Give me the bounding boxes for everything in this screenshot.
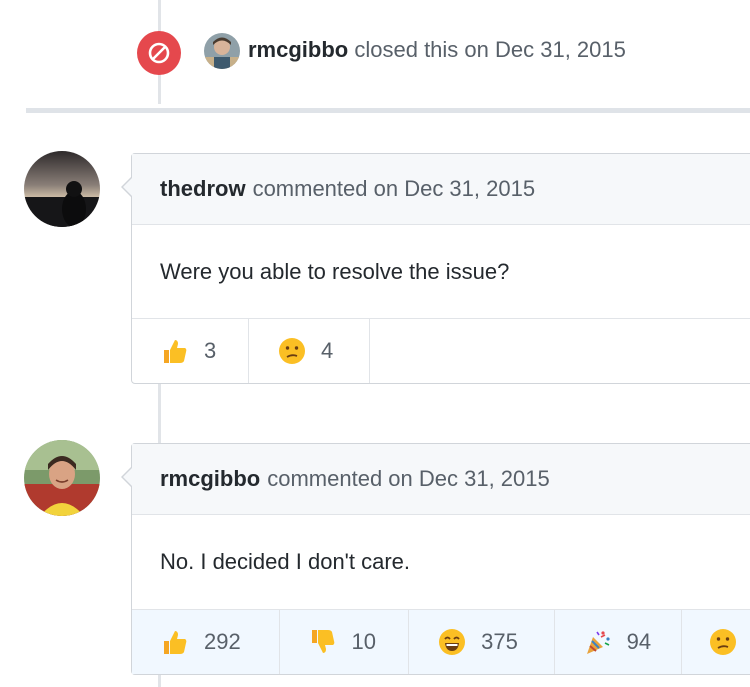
username-link[interactable]: rmcgibbo [248, 37, 348, 62]
comment-meta: commented on Dec 31, 2015 [267, 466, 550, 491]
close-event-text: rmcgibbo closed this on Dec 31, 2015 [248, 36, 626, 64]
thumbs-down-icon [308, 627, 338, 657]
reactions-bar: 292 10 375 94 [132, 609, 750, 674]
reaction-laugh[interactable]: 375 [409, 610, 555, 674]
reaction-confused[interactable] [682, 610, 750, 674]
reaction-count: 10 [351, 629, 377, 654]
comment-header: rmcgibbo commented on Dec 31, 2015 [132, 444, 750, 515]
timeline-line [158, 384, 161, 444]
comment-header: thedrow commented on Dec 31, 2015 [132, 154, 750, 225]
reaction-count: 292 [204, 629, 241, 654]
reaction-thumbs-up[interactable]: 292 [132, 610, 280, 674]
comment-meta: commented on Dec 31, 2015 [252, 176, 536, 201]
party-popper-icon [583, 627, 613, 657]
confused-face-icon [708, 627, 738, 657]
thumbs-up-icon [160, 336, 190, 366]
closed-badge [137, 31, 181, 75]
reaction-count: 3 [204, 338, 217, 363]
username-link[interactable]: rmcgibbo [160, 466, 260, 492]
thumbs-up-icon [160, 627, 190, 657]
comment-body: Were you able to resolve the issue? [160, 259, 510, 284]
avatar[interactable] [24, 151, 100, 227]
laugh-face-icon [437, 627, 467, 657]
reactions-bar: 3 4 [132, 318, 750, 383]
reaction-thumbs-up[interactable]: 3 [132, 319, 249, 383]
comment-box: thedrow commented on Dec 31, 2015 Were y… [121, 153, 750, 384]
reaction-count: 375 [481, 629, 518, 654]
avatar[interactable] [204, 33, 240, 69]
username-link[interactable]: thedrow [160, 176, 246, 202]
reaction-count: 4 [321, 338, 334, 363]
timeline-divider [26, 108, 750, 113]
comment-body: No. I decided I don't care. [160, 549, 411, 574]
avatar[interactable] [24, 440, 100, 516]
confused-face-icon [277, 336, 307, 366]
reaction-hooray[interactable]: 94 [555, 610, 683, 674]
event-action: closed this on Dec 31, 2015 [354, 37, 626, 62]
reaction-thumbs-down[interactable]: 10 [280, 610, 410, 674]
comment-box: rmcgibbo commented on Dec 31, 2015 No. I… [121, 443, 750, 675]
reaction-count: 94 [626, 629, 652, 654]
reaction-confused[interactable]: 4 [249, 319, 370, 383]
circle-slash-icon [148, 42, 170, 64]
